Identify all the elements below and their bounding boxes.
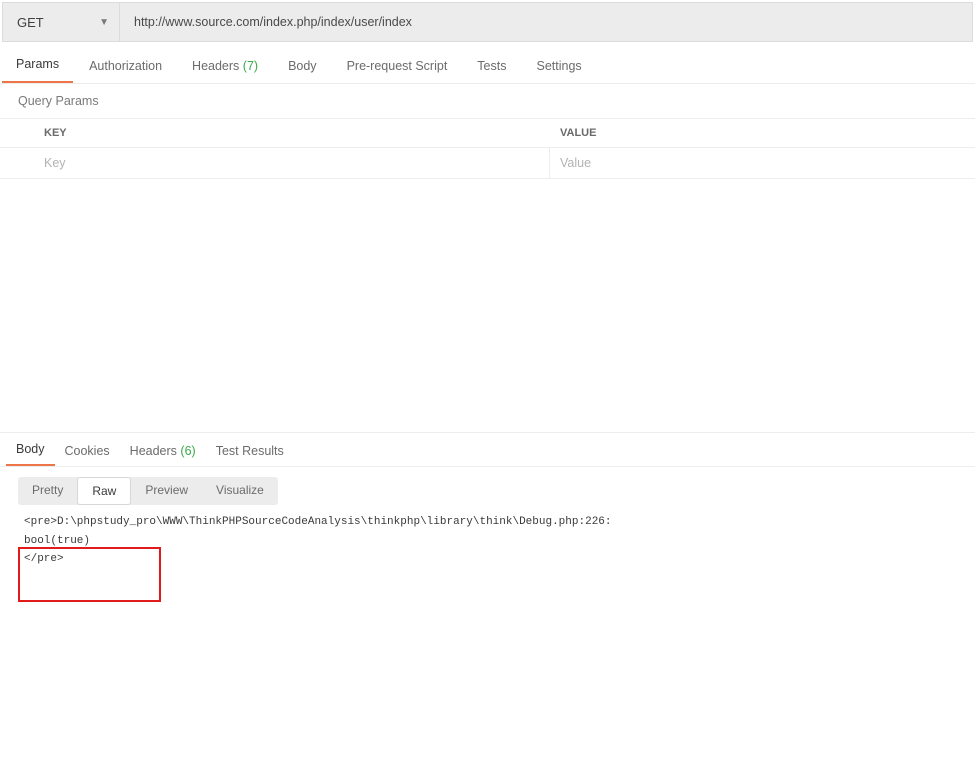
query-params-title: Query Params <box>0 84 975 119</box>
tab-tests[interactable]: Tests <box>463 47 520 83</box>
tab-settings[interactable]: Settings <box>522 47 595 83</box>
query-params-input-row: Key Value <box>0 148 975 179</box>
view-mode-group: Pretty Raw Preview Visualize <box>18 477 278 505</box>
resp-tab-headers-count: (6) <box>180 444 195 458</box>
tab-params[interactable]: Params <box>2 45 73 83</box>
query-params-value-header: VALUE <box>550 119 975 147</box>
response-line-1: <pre>D:\phpstudy_pro\WWW\ThinkPHPSourceC… <box>24 516 612 528</box>
resp-tab-cookies[interactable]: Cookies <box>55 436 120 466</box>
query-params-key-header: KEY <box>0 119 550 147</box>
tab-authorization[interactable]: Authorization <box>75 47 176 83</box>
resp-tab-headers[interactable]: Headers (6) <box>120 436 206 466</box>
request-row: GET ▼ http://www.source.com/index.php/in… <box>2 2 973 42</box>
query-params-header-row: KEY VALUE <box>0 119 975 148</box>
response-line-2: bool(true) <box>24 535 90 547</box>
chevron-down-icon: ▼ <box>99 17 109 28</box>
http-method-label: GET <box>17 15 44 30</box>
resp-tab-headers-label: Headers <box>130 444 177 458</box>
query-params-key-input[interactable]: Key <box>0 148 550 178</box>
tab-prerequest[interactable]: Pre-request Script <box>333 47 462 83</box>
request-body-spacer <box>0 179 975 433</box>
tab-headers-count: (7) <box>243 59 258 73</box>
tab-body[interactable]: Body <box>274 47 331 83</box>
view-preview[interactable]: Preview <box>131 477 202 505</box>
resp-tab-tests[interactable]: Test Results <box>206 436 294 466</box>
view-mode-row: Pretty Raw Preview Visualize <box>0 467 975 511</box>
resp-tab-body[interactable]: Body <box>6 434 55 466</box>
http-method-select[interactable]: GET ▼ <box>2 2 120 42</box>
tab-headers-label: Headers <box>192 59 239 73</box>
url-value: http://www.source.com/index.php/index/us… <box>134 15 412 29</box>
response-line-3: </pre> <box>24 553 64 565</box>
response-tabs: Body Cookies Headers (6) Test Results <box>0 433 975 467</box>
tab-headers[interactable]: Headers (7) <box>178 47 272 83</box>
view-pretty[interactable]: Pretty <box>18 477 77 505</box>
response-body[interactable]: <pre>D:\phpstudy_pro\WWW\ThinkPHPSourceC… <box>0 511 975 571</box>
request-tabs: Params Authorization Headers (7) Body Pr… <box>0 42 975 84</box>
view-visualize[interactable]: Visualize <box>202 477 278 505</box>
view-raw[interactable]: Raw <box>77 477 131 505</box>
query-params-value-input[interactable]: Value <box>550 148 975 178</box>
url-input[interactable]: http://www.source.com/index.php/index/us… <box>120 2 973 42</box>
response-body-wrap: <pre>D:\phpstudy_pro\WWW\ThinkPHPSourceC… <box>0 511 975 571</box>
